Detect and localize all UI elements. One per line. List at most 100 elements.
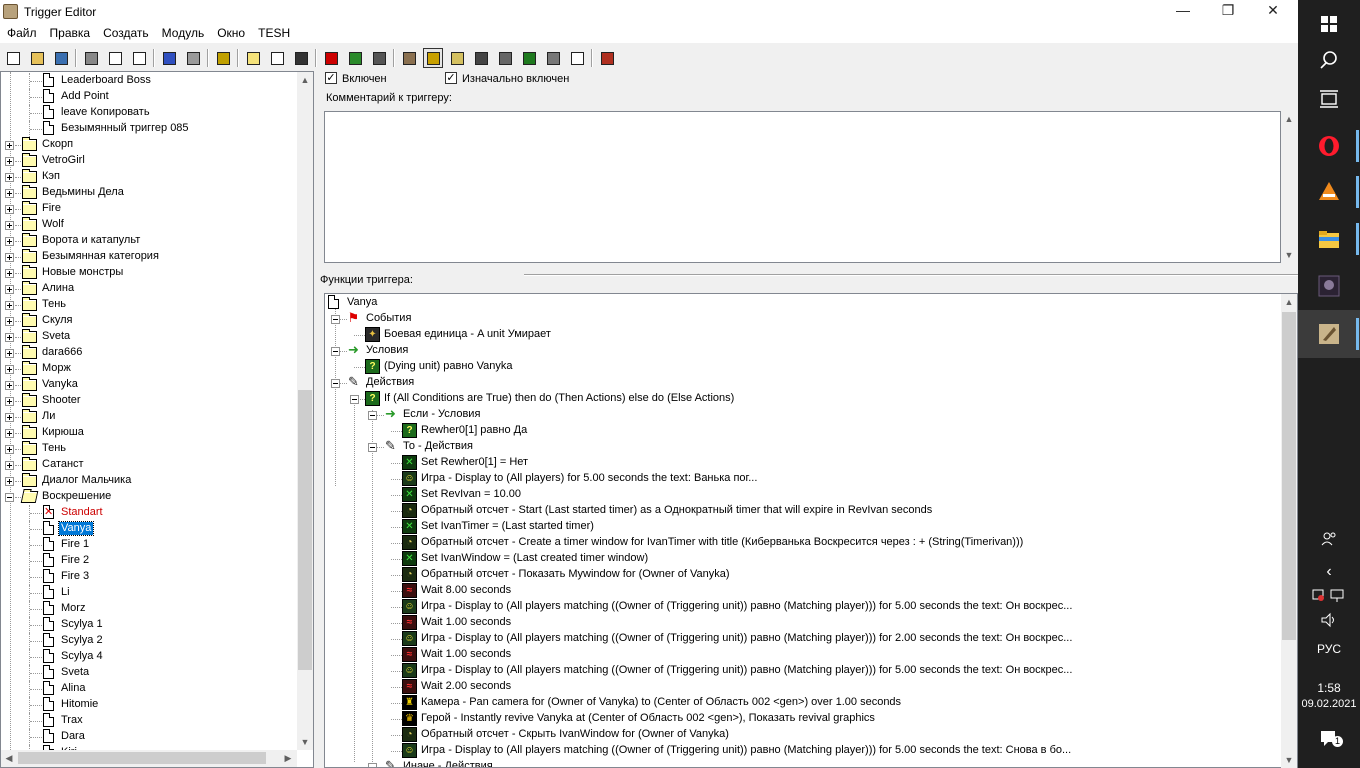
clock-date[interactable]: 09.02.2021 <box>1298 698 1360 710</box>
function-row[interactable]: ◔ Обратный отсчет - Start (Last started t… <box>325 503 1280 519</box>
tree-item[interactable]: Trax <box>1 713 297 729</box>
tree-item[interactable]: Morz <box>1 601 297 617</box>
tree-item[interactable]: leave Копировать <box>1 105 297 121</box>
expand-icon[interactable] <box>5 317 14 326</box>
collapse-icon[interactable] <box>331 315 340 324</box>
menu-edit[interactable]: Правка <box>43 23 97 40</box>
expand-icon[interactable] <box>5 237 14 246</box>
function-row[interactable]: ☺ Игра - Display to (All players matching… <box>325 743 1280 759</box>
tree-item[interactable]: Dara <box>1 729 297 745</box>
tree-item[interactable]: Алина <box>1 281 297 297</box>
expand-icon[interactable] <box>5 333 14 342</box>
expand-icon[interactable] <box>5 477 14 486</box>
expand-icon[interactable] <box>5 413 14 422</box>
campaign-editor-button[interactable] <box>495 48 515 68</box>
function-row[interactable]: ? (Dying unit) равно Vanyka <box>325 359 1280 375</box>
close-button[interactable]: ✕ <box>1250 0 1296 23</box>
tree-item[interactable]: Alina <box>1 681 297 697</box>
tree-item[interactable]: Сатанст <box>1 457 297 473</box>
tree-item[interactable]: Li <box>1 585 297 601</box>
expand-icon[interactable] <box>5 205 14 214</box>
function-row[interactable]: ☺ Игра - Display to (All players matching… <box>325 663 1280 679</box>
trigger-functions-tree[interactable]: Vanya ⚑ События ✦ Боевая единица - A unit Ум… <box>324 293 1298 768</box>
collapse-icon[interactable] <box>368 763 377 767</box>
tree-item[interactable]: Воскрешение <box>1 489 297 505</box>
new-event-button[interactable] <box>321 48 341 68</box>
expand-icon[interactable] <box>5 253 14 262</box>
menu-module[interactable]: Модуль <box>155 23 211 40</box>
tree-item[interactable]: Vanya <box>1 521 297 537</box>
task-view-taskbar-button[interactable] <box>1298 75 1360 123</box>
menu-tesh[interactable]: TESH <box>251 23 296 40</box>
scroll-down-icon[interactable]: ▼ <box>1281 752 1297 768</box>
collapse-icon[interactable] <box>368 443 377 452</box>
expand-icon[interactable] <box>5 445 14 454</box>
tree-item[interactable]: Безымянный триггер 085 <box>1 121 297 137</box>
save-button[interactable] <box>51 48 71 68</box>
object-editor-button[interactable] <box>471 48 491 68</box>
function-row[interactable]: ≈ Wait 1.00 seconds <box>325 615 1280 631</box>
scroll-thumb[interactable] <box>1282 312 1296 640</box>
scroll-left-icon[interactable]: ◀ <box>1 750 17 766</box>
tree-item[interactable]: Scylya 2 <box>1 633 297 649</box>
function-row[interactable]: ♛ Герой - Instantly revive Vanyka at (Cen… <box>325 711 1280 727</box>
function-row[interactable]: ≈ Wait 1.00 seconds <box>325 647 1280 663</box>
tree-item[interactable]: Fire 2 <box>1 553 297 569</box>
terrain-editor-button[interactable] <box>399 48 419 68</box>
tree-item[interactable]: Wolf <box>1 217 297 233</box>
title-bar[interactable]: Trigger Editor — ❐ ✕ <box>0 0 1298 23</box>
function-row[interactable]: ✎ То - Действия <box>325 439 1280 455</box>
new-comment-button[interactable] <box>291 48 311 68</box>
expand-icon[interactable] <box>5 365 14 374</box>
notifications-button[interactable]: 1 <box>1298 728 1360 752</box>
function-row[interactable]: ➜ Условия <box>325 343 1280 359</box>
language-indicator[interactable]: РУС <box>1298 642 1360 656</box>
expand-icon[interactable] <box>5 157 14 166</box>
trigger-tree[interactable]: Leaderboard Boss Add Point leave Копироват… <box>0 71 314 768</box>
tree-item[interactable]: Shooter <box>1 393 297 409</box>
tree-item[interactable]: Sveta <box>1 665 297 681</box>
function-row[interactable]: ✎ Действия <box>325 375 1280 391</box>
tree-item[interactable]: Безымянная категория <box>1 249 297 265</box>
tree-item[interactable]: Add Point <box>1 89 297 105</box>
function-row[interactable]: ✕ Set Rewher0[1] = Нет <box>325 455 1280 471</box>
scroll-up-icon[interactable]: ▲ <box>1281 111 1297 127</box>
expand-icon[interactable] <box>5 349 14 358</box>
expand-icon[interactable] <box>5 141 14 150</box>
tree-item[interactable]: Ли <box>1 409 297 425</box>
initially-on-checkbox[interactable]: ✓ <box>445 72 457 84</box>
functions-scrollbar[interactable]: ▲ ▼ <box>1281 294 1297 768</box>
function-row[interactable]: ☺ Игра - Display to (All players matching… <box>325 599 1280 615</box>
function-row[interactable]: ≈ Wait 8.00 seconds <box>325 583 1280 599</box>
splitter[interactable] <box>524 274 1298 276</box>
tree-item[interactable]: Скуля <box>1 313 297 329</box>
function-row[interactable]: ➜ Если - Условия <box>325 407 1280 423</box>
show-hidden-icons[interactable]: ‹ <box>1298 563 1360 581</box>
tree-item[interactable]: Hitomie <box>1 697 297 713</box>
tree-item[interactable]: Морж <box>1 361 297 377</box>
new-condition-button[interactable] <box>345 48 365 68</box>
test-map-button[interactable] <box>597 48 617 68</box>
tree-item[interactable]: Leaderboard Boss <box>1 73 297 89</box>
tree-horizontal-scrollbar[interactable]: ◀ ▶ <box>1 750 297 767</box>
tree-item[interactable]: Тень <box>1 441 297 457</box>
new-category-button[interactable] <box>243 48 263 68</box>
comment-scrollbar[interactable]: ▲ ▼ <box>1281 111 1298 263</box>
tree-item[interactable]: Vanyka <box>1 377 297 393</box>
comment-textarea[interactable] <box>324 111 1281 263</box>
scroll-thumb[interactable] <box>298 390 312 670</box>
copy-button[interactable] <box>105 48 125 68</box>
clock-time[interactable]: 1:58 <box>1298 681 1360 695</box>
tree-item[interactable]: Тень <box>1 297 297 313</box>
file-explorer-taskbar-button[interactable] <box>1298 215 1360 263</box>
scroll-down-icon[interactable]: ▼ <box>1281 247 1297 263</box>
redo-button[interactable] <box>183 48 203 68</box>
import-manager-button[interactable] <box>567 48 587 68</box>
cut-button[interactable] <box>81 48 101 68</box>
vlc-taskbar-button[interactable] <box>1298 168 1360 216</box>
menu-file[interactable]: Файл <box>0 23 43 40</box>
tree-item[interactable]: Новые монстры <box>1 265 297 281</box>
function-row[interactable]: ✦ Боевая единица - A unit Умирает <box>325 327 1280 343</box>
delete-button[interactable] <box>213 48 233 68</box>
paste-button[interactable] <box>129 48 149 68</box>
